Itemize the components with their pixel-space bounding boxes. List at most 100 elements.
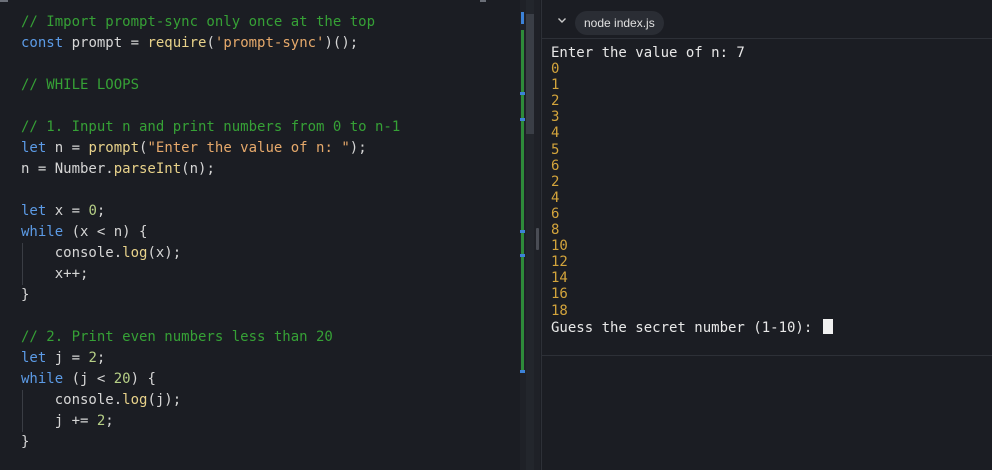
terminal-text: 8	[551, 222, 560, 239]
scrollbar-thumb[interactable]	[526, 14, 534, 134]
code-lines[interactable]: // Import prompt-sync only once at the t…	[21, 12, 400, 453]
code-line[interactable]	[21, 306, 400, 327]
code-token: x =	[46, 203, 89, 219]
indent-guide	[22, 243, 23, 264]
code-token: ;	[96, 350, 106, 366]
code-token: x++;	[21, 266, 89, 282]
code-line[interactable]: x++;	[21, 264, 400, 285]
code-token: parseInt	[113, 161, 182, 177]
code-line[interactable]: let j = 2;	[21, 348, 400, 369]
terminal-cursor[interactable]	[822, 318, 833, 334]
code-line[interactable]: // 1. Input n and print numbers from 0 t…	[21, 117, 400, 138]
code-token: // WHILE LOOPS	[21, 77, 140, 93]
code-token: );	[349, 140, 367, 156]
overview-marker	[520, 92, 525, 95]
code-line[interactable]: console.log(x);	[21, 243, 400, 264]
code-line[interactable]	[21, 180, 400, 201]
code-token: (j <	[63, 371, 114, 387]
indent-guide	[22, 390, 23, 411]
indent-guide	[22, 411, 23, 432]
overview-marker	[520, 230, 525, 233]
terminal-text: 4	[551, 189, 560, 206]
code-token: "Enter the value of n: "	[147, 140, 350, 156]
code-line[interactable]: console.log(j);	[21, 390, 400, 411]
code-token: }	[21, 434, 30, 450]
terminal-divider	[542, 355, 992, 356]
terminal-prompt-line: Guess the secret number (1-10):	[551, 318, 833, 336]
terminal-text: 12	[551, 254, 568, 271]
terminal-text: 4	[551, 125, 560, 142]
code-line[interactable]: j += 2;	[21, 411, 400, 432]
code-line[interactable]: const prompt = require('prompt-sync')();	[21, 33, 400, 54]
code-token: prompt =	[63, 35, 148, 51]
code-line[interactable]: // Import prompt-sync only once at the t…	[21, 12, 400, 33]
terminal-panel[interactable]: node index.js Enter the value of n: 7012…	[541, 0, 992, 470]
code-token: // 2. Print even numbers less than 20	[21, 329, 333, 345]
code-line[interactable]: }	[21, 285, 400, 306]
code-token: let	[21, 350, 47, 366]
code-line[interactable]: while (j < 20) {	[21, 369, 400, 390]
code-token: (n);	[181, 161, 215, 177]
tab-edge	[480, 0, 486, 2]
split-resize-handle[interactable]	[536, 228, 539, 250]
git-modified-marker	[521, 12, 524, 24]
terminal-output-line: 14	[551, 270, 833, 286]
terminal-output-line: 10	[551, 238, 833, 254]
git-added-marker	[521, 30, 524, 360]
terminal-text: 18	[551, 302, 568, 319]
terminal-output-line: 8	[551, 222, 833, 238]
terminal-output-line: 16	[551, 286, 833, 302]
code-token: ) {	[130, 371, 156, 387]
terminal-output-line: 2	[551, 174, 833, 190]
code-token: ;	[96, 203, 106, 219]
code-token: // 1. Input n and print numbers from 0 t…	[21, 119, 401, 135]
code-token: // Import prompt-sync only once at the t…	[21, 14, 376, 30]
code-token: while	[21, 371, 64, 387]
terminal-text: Enter the value of n: 7	[551, 45, 745, 61]
terminal-divider	[542, 38, 992, 39]
code-line[interactable]: let n = prompt("Enter the value of n: ")…	[21, 138, 400, 159]
code-line[interactable]: n = Number.parseInt(n);	[21, 159, 400, 180]
terminal-text: 3	[551, 109, 560, 126]
terminal-text: 14	[551, 270, 568, 287]
terminal-text: 5	[551, 141, 560, 158]
code-line[interactable]: let x = 0;	[21, 201, 400, 222]
code-token: 2	[88, 350, 97, 366]
terminal-text: 6	[551, 205, 560, 222]
code-token: 0	[88, 203, 97, 219]
chevron-down-icon[interactable]	[554, 14, 570, 30]
terminal-text: 16	[551, 286, 568, 303]
terminal-text: 1	[551, 77, 560, 94]
terminal-text: 10	[551, 238, 568, 255]
terminal-output-line: 2	[551, 93, 833, 109]
code-editor[interactable]: // Import prompt-sync only once at the t…	[0, 0, 520, 470]
code-line[interactable]	[21, 54, 400, 75]
code-token: log	[122, 245, 148, 261]
code-token: )();	[324, 35, 359, 51]
terminal-text: 0	[551, 61, 560, 78]
terminal-output-line: 6	[551, 206, 833, 222]
code-token: j =	[46, 350, 89, 366]
code-line[interactable]: // WHILE LOOPS	[21, 75, 400, 96]
code-token: (x < n) {	[63, 224, 148, 240]
code-line[interactable]: // 2. Print even numbers less than 20	[21, 327, 400, 348]
code-token: while	[21, 224, 64, 240]
code-line[interactable]: while (x < n) {	[21, 222, 400, 243]
code-token: 'prompt-sync'	[214, 35, 325, 51]
code-token: 20	[113, 371, 131, 387]
terminal-output-line: 6	[551, 158, 833, 174]
terminal-output[interactable]: Enter the value of n: 7 0 1 2 3 4 5 6 2 4 6 8 10 12 14…	[551, 45, 833, 336]
terminal-text: 2	[551, 93, 560, 110]
terminal-output-line: 5	[551, 142, 833, 158]
git-added-marker	[521, 340, 524, 370]
code-line[interactable]	[21, 96, 400, 117]
terminal-text: 6	[551, 157, 560, 174]
terminal-output-line: 3	[551, 109, 833, 125]
code-token: (	[206, 35, 215, 51]
terminal-output-line: 0	[551, 61, 833, 77]
code-token: log	[122, 392, 148, 408]
code-line[interactable]: }	[21, 432, 400, 453]
code-token: console.	[21, 245, 123, 261]
terminal-tab[interactable]: node index.js	[575, 11, 664, 35]
code-token: ;	[105, 413, 114, 429]
